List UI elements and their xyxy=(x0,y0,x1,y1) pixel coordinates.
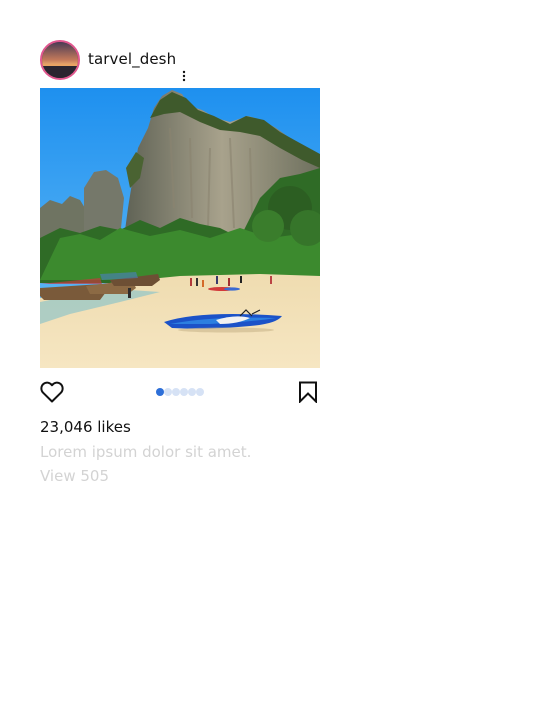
post-photo[interactable] xyxy=(40,88,320,368)
post-actions xyxy=(40,368,320,414)
post-header: tarvel_desh xyxy=(40,40,320,88)
carousel-dot[interactable] xyxy=(180,388,188,396)
carousel-indicator xyxy=(156,388,204,396)
carousel-dot[interactable] xyxy=(196,388,204,396)
post-caption: Lorem ipsum dolor sit amet. xyxy=(40,443,252,461)
username[interactable]: tarvel_desh xyxy=(88,50,176,68)
post-card: tarvel_desh 23,046 likes Lorem ipsum dol… xyxy=(40,40,320,488)
carousel-dot[interactable] xyxy=(172,388,180,396)
avatar[interactable] xyxy=(40,40,80,80)
carousel-dot[interactable] xyxy=(188,388,196,396)
carousel-dot[interactable] xyxy=(156,388,164,396)
view-comments-link[interactable]: View 505 xyxy=(40,464,320,488)
more-vertical-icon[interactable] xyxy=(180,68,188,82)
avatar-image xyxy=(42,42,78,78)
heart-icon[interactable] xyxy=(40,381,64,407)
bookmark-icon[interactable] xyxy=(298,381,318,407)
likes-count: 23,046 likes xyxy=(40,418,131,436)
carousel-dot[interactable] xyxy=(164,388,172,396)
